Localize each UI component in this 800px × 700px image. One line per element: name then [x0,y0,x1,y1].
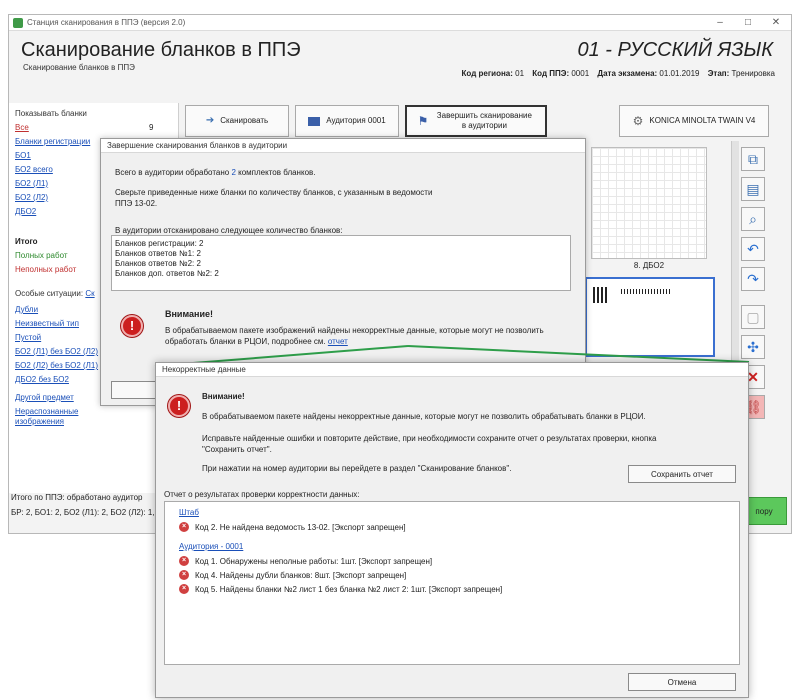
dialog2-title: Некорректные данные [156,363,748,377]
report-group-room[interactable]: Аудитория - 0001 [179,542,243,551]
report-panel: Штаб × Код 2. Не найдена ведомость 13-02… [164,501,740,665]
report-label: Отчет о результатах проверки корректност… [164,490,360,499]
dialog2-warning-title: Внимание! [202,392,245,401]
cancel-button[interactable]: Отмена [628,673,736,691]
connector-line-right [407,345,750,363]
dialog2-line3: При нажатии на номер аудитории вы перейд… [202,464,512,473]
report-row: × Код 4. Найдены дубли бланков: 8шт. [Эк… [179,570,406,580]
incorrect-data-dialog: Некорректные данные ! Внимание! В обраба… [155,362,749,698]
error-x-icon: × [179,584,189,594]
save-report-button[interactable]: Сохранить отчет [628,465,736,483]
report-row: × Код 1. Обнаружены неполные работы: 1шт… [179,556,432,566]
report-group-hq[interactable]: Штаб [179,508,199,517]
report-row: × Код 2. Не найдена ведомость 13-02. [Эк… [179,522,406,532]
dialog2-line2: Исправьте найденные ошибки и повторите д… [202,434,657,454]
error-x-icon: × [179,556,189,566]
report-row-text: Код 1. Обнаружены неполные работы: 1шт. … [195,556,433,566]
report-row-text: Код 4. Найдены дубли бланков: 8шт. [Эксп… [195,570,407,580]
report-row: × Код 5. Найдены бланки №2 лист 1 без бл… [179,584,502,594]
error-x-icon: × [179,522,189,532]
dialog2-line1: В обрабатываемом пакете найдены некоррек… [202,412,646,421]
error-icon-large: ! [168,395,190,417]
report-row-text: Код 5. Найдены бланки №2 лист 1 без блан… [195,584,503,594]
error-x-icon: × [179,570,189,580]
report-row-text: Код 2. Не найдена ведомость 13-02. [Эксп… [195,522,406,532]
